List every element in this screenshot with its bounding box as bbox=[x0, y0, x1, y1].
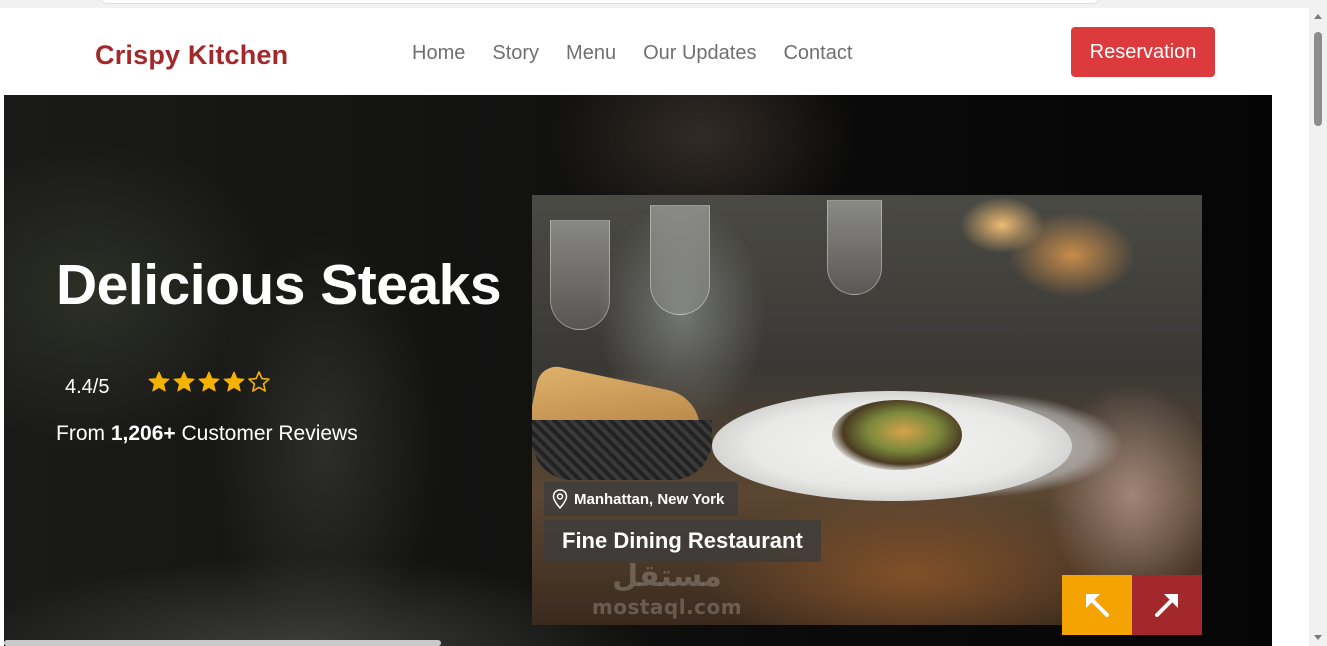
location-label: Manhattan, New York bbox=[574, 490, 725, 508]
restaurant-tag: Fine Dining Restaurant bbox=[544, 520, 821, 562]
star-filled-icon bbox=[198, 371, 220, 392]
navbar: Crispy Kitchen Home Story Menu Our Updat… bbox=[4, 8, 1309, 95]
browser-top-strip bbox=[0, 0, 1327, 8]
scrollbar-thumb[interactable] bbox=[1314, 32, 1322, 126]
arrow-up-left-icon bbox=[1086, 594, 1109, 617]
nav-links: Home Story Menu Our Updates Contact bbox=[412, 42, 879, 65]
hero-section: Delicious Steaks 4.4/5 From 1,206+ Custo… bbox=[4, 95, 1272, 646]
vertical-scrollbar[interactable] bbox=[1309, 8, 1327, 646]
reviews-count: 1,206+ bbox=[110, 422, 176, 445]
reservation-button[interactable]: Reservation bbox=[1071, 27, 1215, 77]
hero-title: Delicious Steaks bbox=[56, 253, 502, 317]
reviews-prefix: From bbox=[56, 422, 111, 445]
scroll-up-icon[interactable] bbox=[1314, 14, 1322, 19]
nav-link-our-updates[interactable]: Our Updates bbox=[643, 42, 756, 65]
nav-link-home[interactable]: Home bbox=[412, 42, 465, 65]
arrow-up-right-icon bbox=[1155, 594, 1178, 617]
star-filled-icon bbox=[173, 371, 195, 392]
nav-link-contact[interactable]: Contact bbox=[783, 42, 852, 65]
nav-link-story[interactable]: Story bbox=[492, 42, 539, 65]
rating-stars bbox=[147, 370, 271, 394]
brand-logo[interactable]: Crispy Kitchen bbox=[95, 40, 288, 71]
star-filled-icon bbox=[148, 371, 170, 392]
basket-illustration bbox=[532, 420, 712, 480]
feature-image: Manhattan, New York Fine Dining Restaura… bbox=[532, 195, 1202, 625]
reviews-summary: From 1,206+ Customer Reviews bbox=[56, 422, 358, 446]
watermark-latin: mostaql.com bbox=[591, 595, 743, 619]
food-illustration bbox=[832, 400, 962, 470]
scroll-down-icon[interactable] bbox=[1314, 635, 1322, 640]
star-outline-icon bbox=[248, 371, 270, 392]
wine-glass-illustration bbox=[550, 220, 610, 330]
browser-address-area bbox=[100, 0, 1100, 4]
carousel-prev-button[interactable] bbox=[1062, 575, 1132, 635]
rating-value: 4.4/5 bbox=[65, 376, 110, 398]
star-filled-icon bbox=[223, 371, 245, 392]
location-tag: Manhattan, New York bbox=[544, 482, 739, 516]
watermark-arabic: مستقل bbox=[612, 559, 722, 594]
map-pin-icon bbox=[552, 489, 568, 509]
reviews-suffix: Customer Reviews bbox=[175, 422, 358, 445]
watermark-logo: مستقل mostaql.com bbox=[582, 560, 752, 625]
restaurant-label: Fine Dining Restaurant bbox=[562, 528, 803, 553]
horizontal-scrollbar-thumb[interactable] bbox=[4, 640, 441, 646]
carousel-next-button[interactable] bbox=[1132, 575, 1202, 635]
wine-glass-illustration bbox=[650, 205, 710, 315]
nav-link-menu[interactable]: Menu bbox=[566, 42, 616, 65]
wine-glass-illustration bbox=[827, 200, 882, 295]
page-right-gutter bbox=[1272, 95, 1309, 646]
